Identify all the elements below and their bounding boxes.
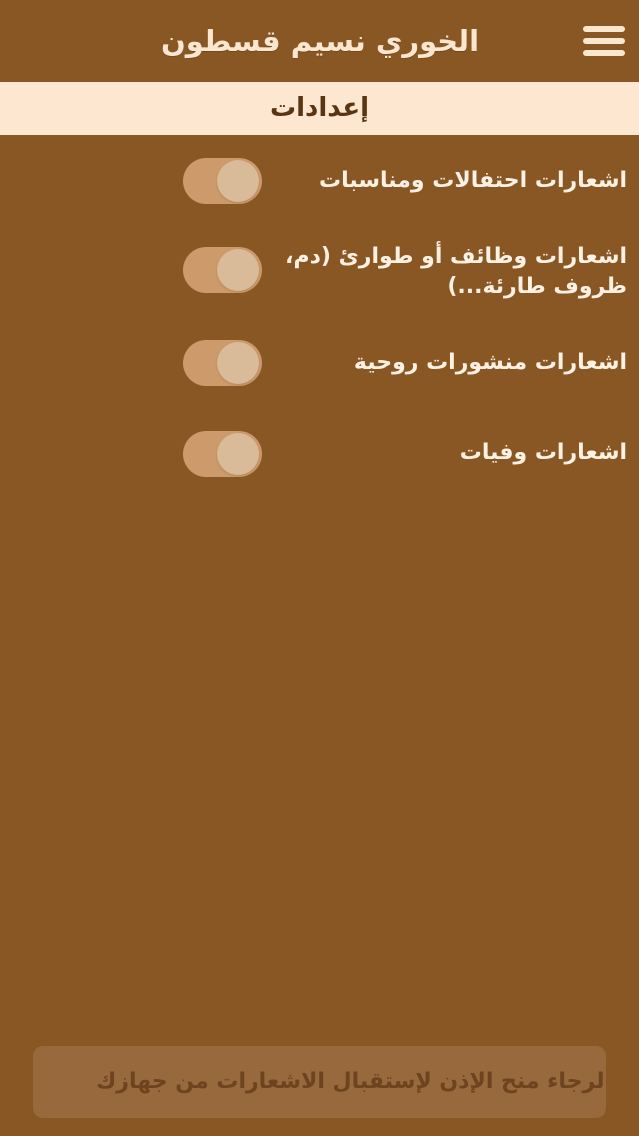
- celebrations-toggle[interactable]: [183, 158, 262, 204]
- spiritual-posts-toggle[interactable]: [183, 340, 262, 386]
- top-app-bar: الخوري نسيم قسطون: [0, 0, 639, 82]
- menu-line-icon: [583, 26, 625, 32]
- toggle-knob: [217, 342, 259, 384]
- menu-line-icon: [583, 50, 625, 56]
- toggle-knob: [217, 249, 259, 291]
- permission-text: الرجاء منح الإذن لإستقبال الاشعارات من ج…: [96, 1069, 606, 1094]
- hamburger-menu-icon[interactable]: [583, 24, 625, 58]
- jobs-emergencies-toggle[interactable]: [183, 247, 262, 293]
- setting-label: اشعارات وظائف أو طوارئ (دم، ظروف طارئة..…: [285, 244, 627, 299]
- notification-permission-button[interactable]: الرجاء منح الإذن لإستقبال الاشعارات من ج…: [33, 1046, 606, 1118]
- settings-section-header: إعدادات: [0, 82, 639, 135]
- setting-label: اشعارات منشورات روحية: [353, 350, 627, 375]
- toggle-knob: [217, 160, 259, 202]
- setting-label: اشعارات احتفالات ومناسبات: [319, 168, 627, 193]
- app-title: الخوري نسيم قسطون: [160, 24, 480, 58]
- toggle-knob: [217, 433, 259, 475]
- section-title: إعدادات: [270, 93, 369, 123]
- setting-label: اشعارات وفيات: [459, 440, 627, 465]
- obituaries-toggle[interactable]: [183, 431, 262, 477]
- menu-line-icon: [583, 38, 625, 44]
